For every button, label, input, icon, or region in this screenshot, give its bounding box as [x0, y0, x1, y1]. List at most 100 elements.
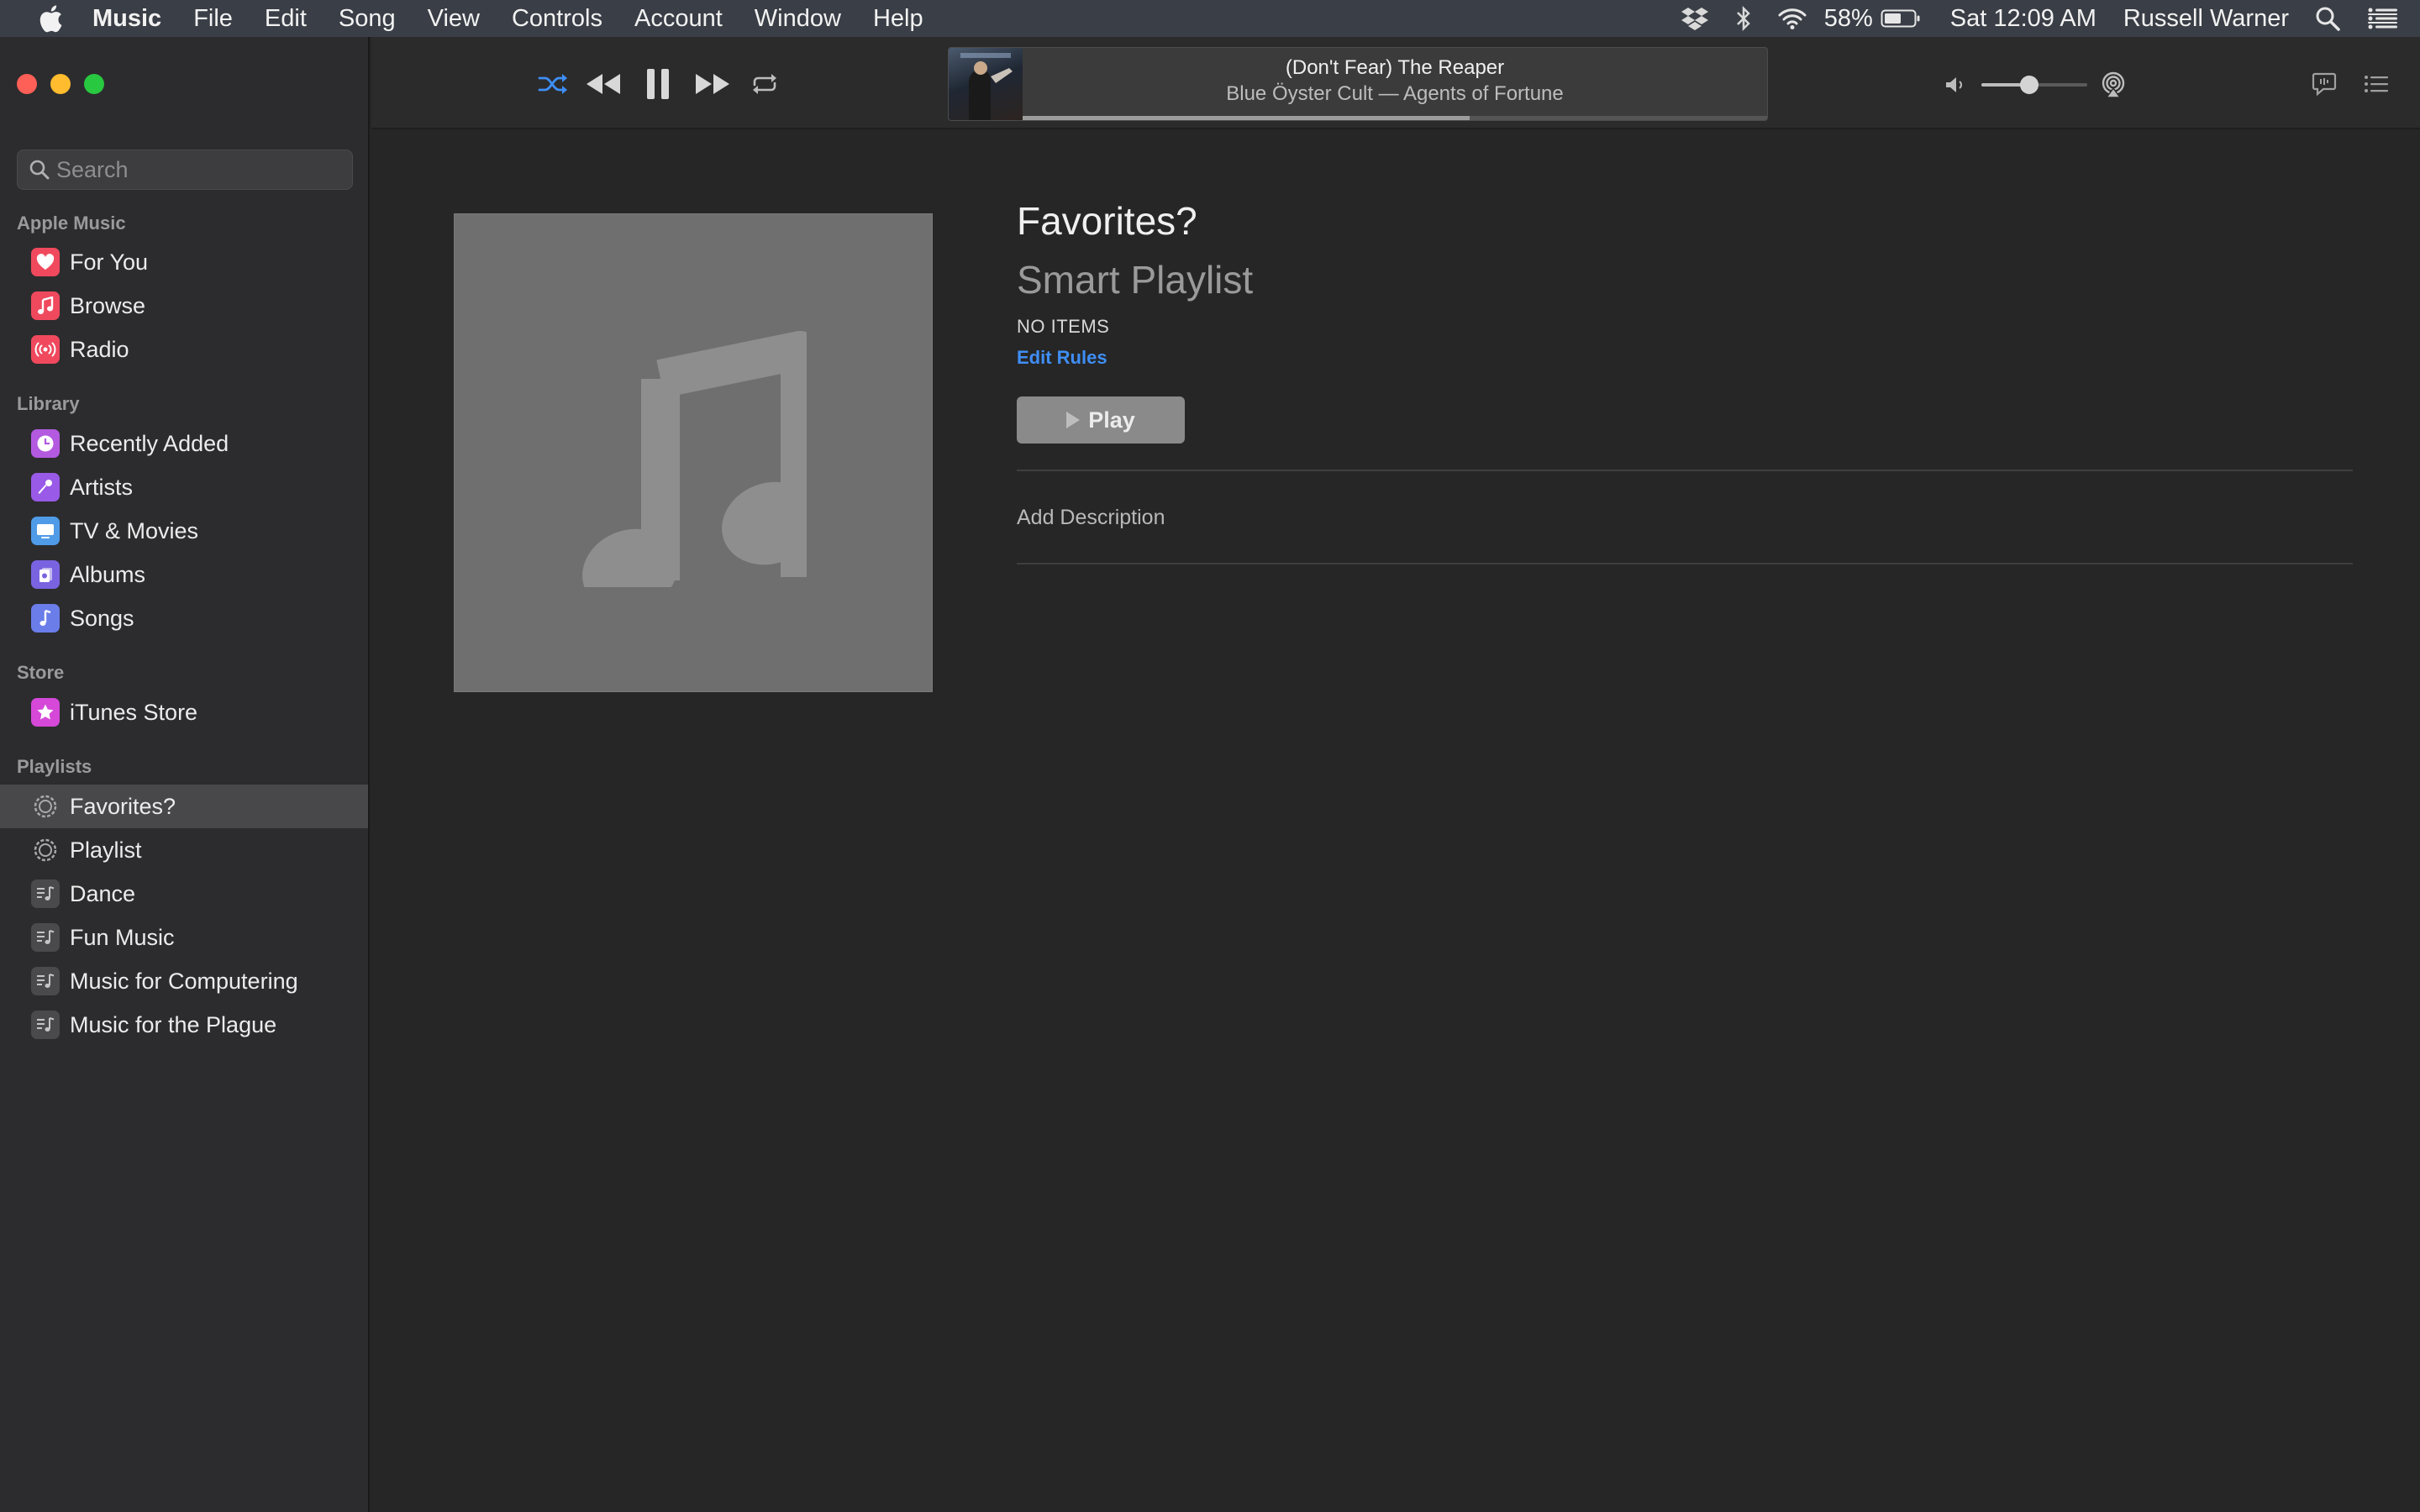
airplay-button[interactable]: [2097, 69, 2129, 101]
dropbox-icon[interactable]: [1678, 2, 1712, 35]
volume-control: [1941, 47, 2126, 121]
clock-icon: [31, 429, 60, 458]
playlist-icon: [31, 923, 60, 952]
lyrics-button[interactable]: [2307, 69, 2341, 99]
playlist-icon: [31, 1011, 60, 1039]
sidebar-item-label: Radio: [70, 336, 129, 362]
sidebar-item-fun-music[interactable]: Fun Music: [0, 916, 368, 959]
sidebar-item-songs[interactable]: Songs: [0, 596, 368, 640]
previous-track-button[interactable]: [581, 67, 625, 101]
add-description-field[interactable]: Add Description: [1017, 506, 1165, 530]
section-header-library: Library: [17, 393, 80, 414]
close-window-button[interactable]: [17, 74, 37, 94]
apple-logo-icon[interactable]: [32, 0, 69, 37]
now-playing-display[interactable]: (Don't Fear) The Reaper Blue Öyster Cult…: [948, 47, 1768, 121]
playlist-artwork: [454, 213, 933, 692]
menu-view[interactable]: View: [428, 5, 480, 33]
play-button[interactable]: Play: [1017, 396, 1185, 444]
now-playing-artwork[interactable]: [949, 48, 1023, 120]
sidebar-item-label: iTunes Store: [70, 699, 198, 725]
playlist-icon: [31, 879, 60, 908]
next-track-button[interactable]: [691, 67, 734, 101]
playback-progress-bar[interactable]: [1023, 116, 1767, 120]
sidebar-item-music-for-the-plague[interactable]: Music for the Plague: [0, 1003, 368, 1047]
sidebar-item-artists[interactable]: Artists: [0, 465, 368, 509]
sidebar-item-itunes-store[interactable]: iTunes Store: [0, 690, 368, 734]
menu-edit[interactable]: Edit: [265, 5, 307, 33]
playlist-title: Favorites?: [1017, 199, 1197, 243]
menu-account[interactable]: Account: [634, 5, 723, 33]
menu-window[interactable]: Window: [755, 5, 841, 33]
sidebar-item-label: Browse: [70, 292, 146, 318]
battery-percent: 58%: [1823, 4, 1873, 32]
search-input[interactable]: [56, 156, 334, 183]
sidebar-item-label: Songs: [70, 605, 134, 631]
search-field[interactable]: [17, 150, 353, 190]
minimize-window-button[interactable]: [50, 74, 71, 94]
rewind-icon: [587, 74, 620, 94]
sidebar-item-albums[interactable]: Albums: [0, 553, 368, 596]
sidebar-item-browse[interactable]: Browse: [0, 284, 368, 328]
fast-forward-icon: [696, 74, 729, 94]
now-playing-subtitle: Blue Öyster Cult — Agents of Fortune: [1226, 82, 1564, 105]
star-icon: [31, 698, 60, 727]
playback-progress-fill: [1023, 116, 1470, 120]
sidebar-item-label: Artists: [70, 474, 134, 500]
menubar-clock[interactable]: Sat 12:09 AM: [1950, 5, 2096, 33]
bluetooth-icon[interactable]: [1727, 2, 1760, 35]
volume-slider[interactable]: [1981, 76, 2087, 94]
spotlight-search-icon[interactable]: [2311, 2, 2344, 35]
repeat-icon: [753, 74, 776, 94]
section-header-playlists: Playlists: [17, 756, 92, 777]
section-header-store: Store: [17, 662, 65, 683]
sidebar-item-tv-movies[interactable]: TV & Movies: [0, 509, 368, 553]
smart-playlist-gear-icon: [31, 792, 60, 821]
notification-center-icon[interactable]: [2366, 2, 2400, 35]
menu-file[interactable]: File: [193, 5, 233, 33]
sidebar-item-music-for-computering[interactable]: Music for Computering: [0, 959, 368, 1003]
sidebar-item-for-you[interactable]: For You: [0, 240, 368, 284]
sidebar-item-dance[interactable]: Dance: [0, 872, 368, 916]
divider: [1017, 563, 2353, 564]
menu-app-music[interactable]: Music: [92, 5, 161, 33]
section-header-apple-music: Apple Music: [17, 213, 126, 234]
play-button-label: Play: [1088, 407, 1135, 433]
sidebar-item-playlist[interactable]: Playlist: [0, 828, 368, 872]
menubar-user[interactable]: Russell Warner: [2123, 5, 2289, 33]
pause-button[interactable]: [639, 62, 677, 106]
list-icon: [2365, 76, 2388, 92]
sidebar-item-favorites[interactable]: Favorites?: [0, 785, 368, 828]
shuffle-button[interactable]: [533, 69, 573, 99]
repeat-button[interactable]: [746, 69, 783, 99]
wifi-icon[interactable]: [1776, 2, 1809, 35]
sidebar: Apple Music For You Browse Radio Library…: [0, 37, 370, 1512]
smart-playlist-gear-icon: [31, 836, 60, 864]
sidebar-item-label: Playlist: [70, 837, 142, 863]
divider: [1017, 470, 2353, 471]
sidebar-item-label: Music for the Plague: [70, 1011, 277, 1037]
volume-slider-knob[interactable]: [2019, 76, 2039, 94]
edit-rules-link[interactable]: Edit Rules: [1017, 347, 1107, 369]
battery-icon[interactable]: [1880, 2, 1922, 35]
sidebar-item-recently-added[interactable]: Recently Added: [0, 422, 368, 465]
zoom-window-button[interactable]: [84, 74, 104, 94]
album-stack-icon: [31, 560, 60, 589]
sidebar-item-radio[interactable]: Radio: [0, 328, 368, 371]
playlist-icon: [31, 967, 60, 995]
menu-controls[interactable]: Controls: [512, 5, 602, 33]
menu-song[interactable]: Song: [339, 5, 396, 33]
sidebar-item-label: Recently Added: [70, 430, 229, 456]
music-note-icon: [31, 291, 60, 320]
tv-icon: [31, 517, 60, 545]
sidebar-item-label: Fun Music: [70, 924, 175, 950]
volume-speaker-icon: [1941, 72, 1970, 97]
play-icon: [1066, 412, 1081, 428]
up-next-button[interactable]: [2360, 69, 2393, 99]
search-icon: [23, 150, 56, 190]
lyrics-speech-bubble-icon: [2312, 72, 2337, 96]
radio-waves-icon: [31, 335, 60, 364]
sidebar-item-label: Favorites?: [70, 793, 176, 819]
airplay-icon: [2102, 71, 2125, 98]
microphone-icon: [31, 473, 60, 501]
menu-help[interactable]: Help: [873, 5, 923, 33]
